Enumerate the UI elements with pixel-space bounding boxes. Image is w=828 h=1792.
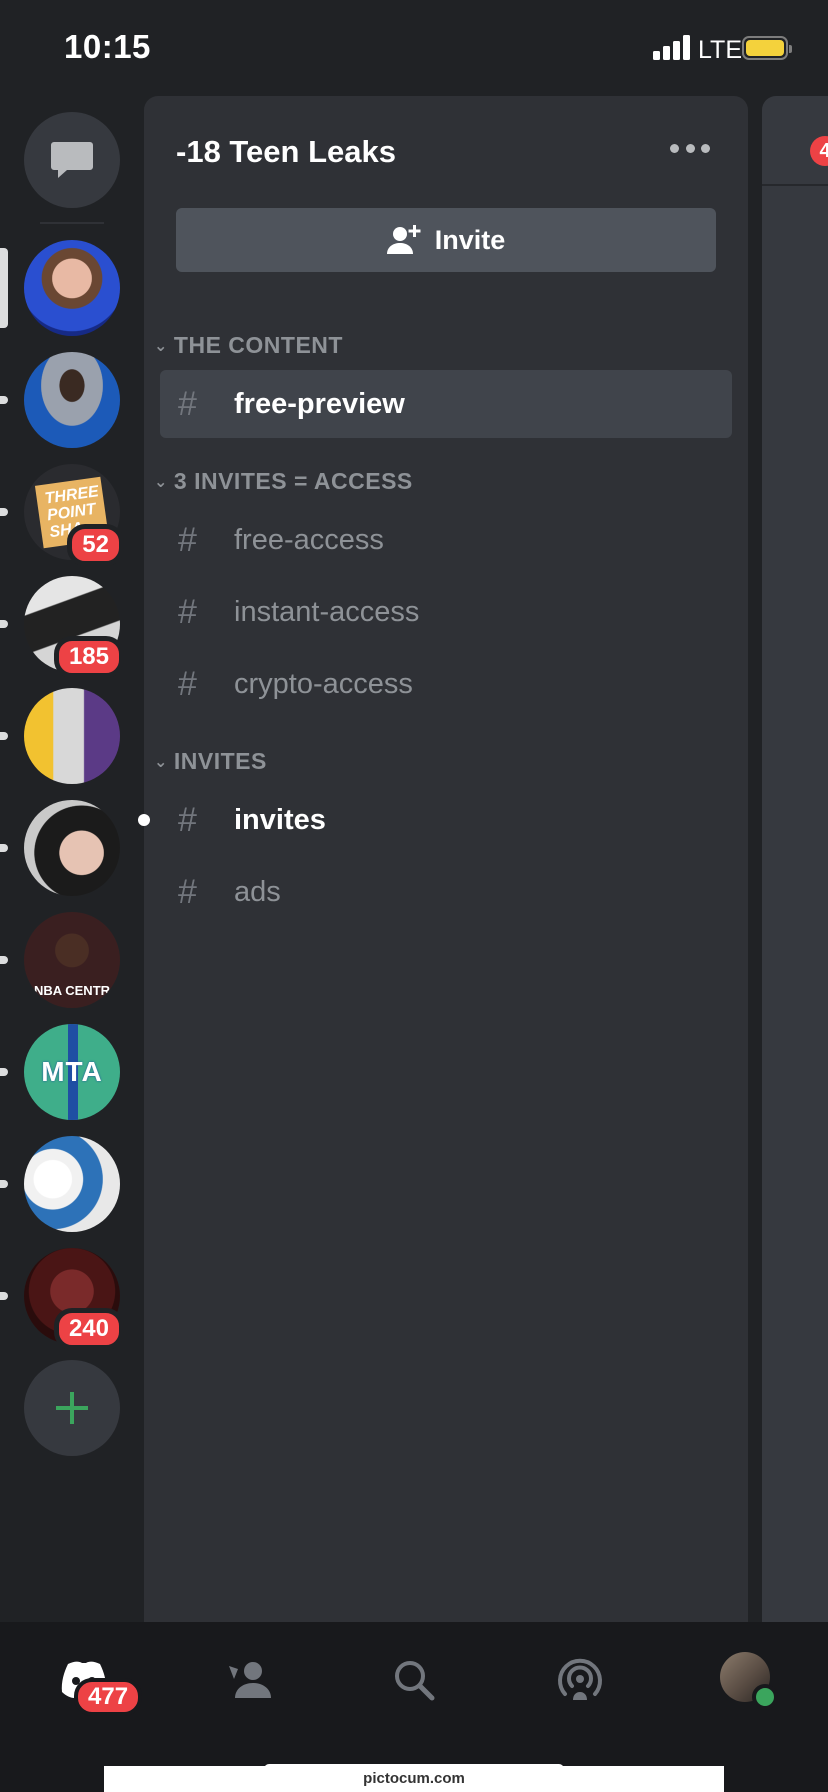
chat-panel-peek[interactable]: 4: [762, 96, 828, 1622]
category-label: 3 INVITES = ACCESS: [173, 468, 413, 494]
server-icon-6[interactable]: [0, 800, 120, 896]
channel-free-access[interactable]: # free-access: [160, 506, 732, 574]
selected-indicator: [0, 248, 8, 328]
add-server-icon: [56, 1392, 88, 1424]
channel-name: instant-access: [234, 595, 420, 628]
server-avatar: MTA: [24, 1024, 120, 1120]
channel-name: invites: [234, 803, 326, 836]
text-channel-icon: #: [178, 664, 197, 703]
channel-name: ads: [234, 875, 281, 908]
server-avatar: [24, 800, 120, 896]
channel-instant-access[interactable]: # instant-access: [160, 578, 732, 646]
invite-button[interactable]: Invite: [176, 208, 716, 272]
server-icon-1[interactable]: [0, 240, 120, 336]
dm-chat-icon: [51, 142, 93, 178]
battery-icon: [742, 36, 792, 60]
unread-indicator: [0, 1068, 8, 1076]
server-icon-2[interactable]: [0, 352, 120, 448]
text-channel-icon: #: [178, 520, 197, 559]
server-logo-text: NBA CENTR: [33, 983, 111, 998]
channel-name: free-access: [234, 523, 384, 556]
status-time: 10:15: [64, 28, 151, 65]
rail-divider: [40, 222, 104, 224]
unread-indicator: [0, 396, 8, 404]
text-channel-icon: #: [178, 872, 197, 911]
invite-label: Invite: [434, 224, 506, 255]
friends-icon: [229, 1662, 271, 1698]
text-channel-icon: #: [178, 384, 197, 423]
home-badge: 477: [74, 1678, 143, 1716]
server-icon-4[interactable]: 185: [0, 576, 124, 678]
channel-crypto-access[interactable]: # crypto-access: [160, 650, 732, 718]
server-logo-text: MTA: [41, 1056, 103, 1087]
text-channel-icon: #: [178, 592, 197, 631]
channel-name: crypto-access: [234, 667, 413, 700]
category-label: INVITES: [173, 748, 267, 774]
tab-friends[interactable]: [222, 1652, 278, 1708]
network-label: LTE: [698, 36, 742, 64]
unread-indicator: [0, 508, 8, 516]
mention-badge: 240: [53, 1308, 124, 1350]
server-icon-10[interactable]: 240: [0, 1248, 124, 1350]
search-icon: [395, 1661, 435, 1701]
unread-indicator: [0, 732, 8, 740]
unread-indicator: [0, 844, 8, 852]
server-avatar: NBA CENTR: [24, 912, 120, 1008]
mention-badge: 52: [67, 524, 124, 566]
unread-indicator: [0, 620, 8, 628]
channel-ads[interactable]: # ads: [160, 858, 732, 926]
server-icon-8[interactable]: MTA: [0, 1024, 120, 1120]
watermark: pictocum.com: [104, 1766, 724, 1792]
server-icon-5[interactable]: [0, 688, 120, 784]
category-invites[interactable]: ⌄ INVITES: [154, 748, 267, 775]
tab-search[interactable]: [386, 1652, 442, 1708]
channel-panel: -18 Teen Leaks Invite ⌄ THE CONTENT # fr…: [138, 96, 748, 1622]
server-avatar: [24, 1136, 120, 1232]
more-options-icon[interactable]: [670, 144, 710, 156]
unread-indicator: [0, 1180, 8, 1188]
channel-invites[interactable]: # invites: [138, 786, 732, 854]
channel-free-preview[interactable]: # free-preview: [160, 370, 732, 438]
online-status-indicator: [752, 1684, 778, 1710]
server-avatar: [24, 688, 120, 784]
text-channel-icon: #: [178, 800, 197, 839]
unread-indicator: [138, 814, 150, 826]
chevron-down-icon: ⌄: [154, 753, 168, 771]
status-bar: 10:15 LTE: [0, 0, 828, 96]
server-avatar: [24, 240, 120, 336]
mention-badge: 185: [53, 636, 124, 678]
add-user-icon: [386, 225, 421, 254]
category-label: THE CONTENT: [173, 332, 343, 358]
unread-indicator: [0, 956, 8, 964]
server-icon-7[interactable]: NBA CENTR: [0, 912, 120, 1008]
signal-icon: [653, 34, 691, 60]
tab-mentions[interactable]: [552, 1652, 608, 1708]
channel-name: free-preview: [234, 387, 405, 420]
server-rail: THREE POINT SHA 52 185 NBA CENTR MTA 240: [0, 96, 144, 1622]
unread-indicator: [0, 1292, 8, 1300]
server-icon-9[interactable]: [0, 1136, 120, 1232]
direct-messages-button[interactable]: [24, 112, 120, 208]
category-the-content[interactable]: ⌄ THE CONTENT: [154, 332, 343, 359]
add-server-button[interactable]: [24, 1360, 120, 1456]
category-invites-access[interactable]: ⌄ 3 INVITES = ACCESS: [154, 468, 413, 495]
mentions-icon: [558, 1658, 602, 1700]
server-icon-3[interactable]: THREE POINT SHA 52: [0, 464, 124, 566]
server-avatar: [24, 352, 120, 448]
chevron-down-icon: ⌄: [154, 473, 168, 491]
chevron-down-icon: ⌄: [154, 337, 168, 355]
server-name[interactable]: -18 Teen Leaks: [176, 134, 396, 170]
